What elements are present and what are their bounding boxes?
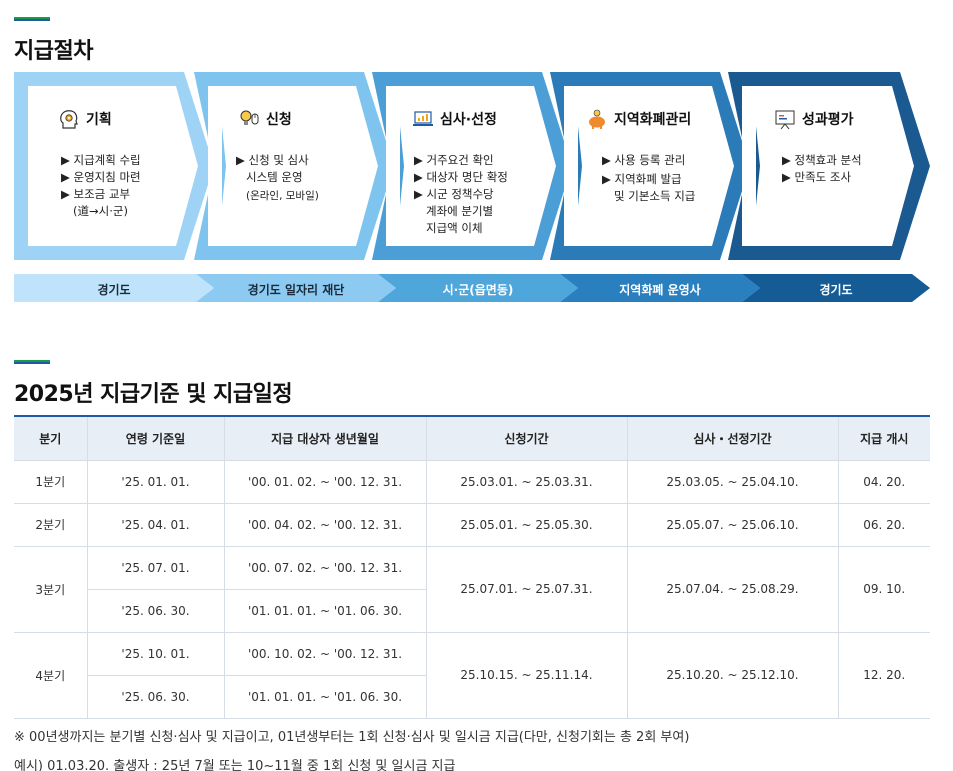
- step-planning-title: 기획: [86, 112, 112, 128]
- agency-segment: 경기도: [14, 274, 214, 302]
- footnote-policy: ※ 00년생까지는 분기별 신청·심사 및 지급이고, 01년생부터는 1회 신…: [14, 730, 690, 745]
- birth-range-cell: '00. 10. 02. ~ '00. 12. 31.: [223, 632, 426, 676]
- step-evaluation-list: ▶ 정책효과 분석 ▶ 만족도 조사: [782, 152, 862, 186]
- list-item: ▶ 대상자 명단 확정: [414, 170, 508, 184]
- base-date-cell: '25. 07. 01.: [86, 546, 224, 590]
- quarter-cell: 1분기: [14, 460, 87, 504]
- list-item: 시스템 운영: [246, 170, 303, 184]
- agency-segment: 시·군(읍면동): [378, 274, 578, 302]
- step-application: 신청 ▶ 신청 및 심사 시스템 운영 (온라인, 모바일): [194, 72, 394, 260]
- table-row: 2분기 '25. 04. 01. '00. 04. 02. ~ '00. 12.…: [14, 503, 930, 547]
- agency-segment: 경기도: [742, 274, 930, 302]
- apply-period-cell: 25.10.15. ~ 25.11.14.: [425, 632, 627, 719]
- agency-label: 경기도: [819, 283, 853, 297]
- laptop-chart-icon: [413, 111, 433, 126]
- list-item: ▶ 거주요건 확인: [414, 153, 494, 167]
- birth-range-cell: '01. 01. 01. ~ '01. 06. 30.: [223, 675, 426, 719]
- quarter-cell: 2분기: [14, 503, 87, 547]
- head-gear-icon: [60, 110, 78, 129]
- step-planning: 기획 ▶ 지급계획 수립 ▶ 운영지침 마련 ▶ 보조금 교부 (道→시·군): [14, 72, 214, 260]
- column-header: 심사・선정기간: [626, 415, 838, 461]
- step-review: 심사·선정 ▶ 거주요건 확인 ▶ 대상자 명단 확정 ▶ 시군 정책수당 계좌…: [372, 72, 572, 260]
- step-currency-head: 지역화폐관리: [586, 108, 691, 130]
- birth-range-cell: '00. 07. 02. ~ '00. 12. 31.: [223, 546, 426, 590]
- agency-segment: 경기도 일자리 재단: [196, 274, 396, 302]
- base-date-cell: '25. 06. 30.: [86, 589, 224, 633]
- pay-start-cell: 09. 10.: [837, 546, 930, 633]
- review-period-cell: 25.07.04. ~ 25.08.29.: [626, 546, 838, 633]
- quarter-cell: 3분기: [14, 546, 87, 633]
- step-application-head: 신청: [238, 108, 292, 130]
- table-row: 1분기 '25. 01. 01. '00. 01. 02. ~ '00. 12.…: [14, 460, 930, 504]
- pay-start-cell: 12. 20.: [837, 632, 930, 719]
- step-review-title: 심사·선정: [440, 112, 497, 128]
- list-item: ▶ 사용 등록 관리: [602, 153, 686, 167]
- agency-label: 경기도 일자리 재단: [247, 283, 345, 297]
- birth-range-cell: '01. 01. 01. ~ '01. 06. 30.: [223, 589, 426, 633]
- step-review-head: 심사·선정: [412, 108, 497, 130]
- step-application-title: 신청: [266, 112, 292, 128]
- presentation-board-icon: [775, 110, 795, 130]
- step-currency: 지역화폐관리 ▶ 사용 등록 관리 ▶ 지역화폐 발급 및 기본소득 지급: [550, 72, 750, 260]
- step-planning-list: ▶ 지급계획 수립 ▶ 운영지침 마련 ▶ 보조금 교부 (道→시·군): [61, 152, 141, 220]
- list-item-sub: 및 기본소득 지급: [614, 189, 696, 203]
- base-date-cell: '25. 01. 01.: [86, 460, 224, 504]
- table-row: 4분기 '25. 10. 01. '00. 10. 02. ~ '00. 12.…: [14, 632, 930, 719]
- apply-period-cell: 25.03.01. ~ 25.03.31.: [425, 460, 627, 504]
- section-accent-bar: [14, 17, 50, 21]
- list-item: ▶ 정책효과 분석: [782, 153, 862, 167]
- section-accent-bar: [14, 360, 50, 364]
- list-item-note: (온라인, 모바일): [246, 190, 319, 202]
- birth-range-cell: '00. 01. 02. ~ '00. 12. 31.: [223, 460, 426, 504]
- list-item: ▶ 신청 및 심사: [236, 153, 309, 167]
- review-period-cell: 25.03.05. ~ 25.04.10.: [626, 460, 838, 504]
- footnote-example: 예시) 01.03.20. 출생자 : 25년 7월 또는 10~11월 중 1…: [14, 759, 456, 771]
- step-evaluation: 성과평가 ▶ 정책효과 분석 ▶ 만족도 조사: [728, 72, 930, 260]
- column-header: 연령 기준일: [86, 415, 224, 461]
- list-item-sub: (道→시·군): [73, 204, 128, 218]
- section-title-schedule: 2025년 지급기준 및 지급일정: [14, 382, 293, 407]
- step-review-list: ▶ 거주요건 확인 ▶ 대상자 명단 확정 ▶ 시군 정책수당 계좌에 분기별 …: [414, 152, 508, 237]
- list-item: ▶ 운영지침 마련: [61, 170, 141, 184]
- step-application-list: ▶ 신청 및 심사 시스템 운영 (온라인, 모바일): [236, 152, 319, 205]
- agency-label: 시·군(읍면동): [442, 283, 514, 297]
- piggy-bank-icon: [589, 109, 605, 129]
- agency-label: 지역화폐 운영사: [619, 283, 701, 297]
- step-evaluation-title: 성과평가: [802, 112, 854, 128]
- step-evaluation-head: 성과평가: [774, 108, 854, 130]
- table-row: 3분기 '25. 07. 01. '00. 07. 02. ~ '00. 12.…: [14, 546, 930, 633]
- apply-period-cell: 25.07.01. ~ 25.07.31.: [425, 546, 627, 633]
- agency-segment: 지역화폐 운영사: [560, 274, 760, 302]
- pay-start-cell: 04. 20.: [837, 460, 930, 504]
- list-item: ▶ 보조금 교부: [61, 187, 131, 201]
- list-item: ▶ 지역화폐 발급: [602, 172, 682, 186]
- list-item: ▶ 지급계획 수립: [61, 153, 141, 167]
- section-title-procedure: 지급절차: [14, 39, 93, 64]
- base-date-cell: '25. 10. 01.: [86, 632, 224, 676]
- process-chevrons: 기획 ▶ 지급계획 수립 ▶ 운영지침 마련 ▶ 보조금 교부 (道→시·군) …: [14, 72, 930, 260]
- review-period-cell: 25.05.07. ~ 25.06.10.: [626, 503, 838, 547]
- review-period-cell: 25.10.20. ~ 25.12.10.: [626, 632, 838, 719]
- table-header-row: 분기 연령 기준일 지급 대상자 생년월일 신청기간 심사・선정기간 지급 개시: [14, 415, 930, 461]
- base-date-cell: '25. 04. 01.: [86, 503, 224, 547]
- pay-start-cell: 06. 20.: [837, 503, 930, 547]
- step-currency-list: ▶ 사용 등록 관리 ▶ 지역화폐 발급 및 기본소득 지급: [602, 152, 695, 205]
- list-item: ▶ 시군 정책수당: [414, 187, 494, 201]
- list-item: ▶ 만족도 조사: [782, 170, 852, 184]
- column-header: 분기: [14, 415, 87, 461]
- step-currency-title: 지역화폐관리: [614, 112, 692, 128]
- column-header: 신청기간: [425, 415, 627, 461]
- column-header: 지급 개시: [837, 415, 930, 461]
- birth-range-cell: '00. 04. 02. ~ '00. 12. 31.: [223, 503, 426, 547]
- apply-period-cell: 25.05.01. ~ 25.05.30.: [425, 503, 627, 547]
- schedule-table: 분기 연령 기준일 지급 대상자 생년월일 신청기간 심사・선정기간 지급 개시…: [14, 415, 930, 719]
- column-header: 지급 대상자 생년월일: [223, 415, 426, 461]
- list-item-sub: 계좌에 분기별 지급액 이체: [426, 204, 494, 235]
- base-date-cell: '25. 06. 30.: [86, 675, 224, 719]
- quarter-cell: 4분기: [14, 632, 87, 719]
- agency-label: 경기도: [97, 283, 131, 297]
- step-planning-head: 기획: [58, 108, 112, 130]
- lightbulb-mouse-icon: [240, 110, 259, 125]
- agency-bar: 경기도 경기도 일자리 재단 시·군(읍면동) 지역화폐 운영사 경기도: [14, 274, 930, 302]
